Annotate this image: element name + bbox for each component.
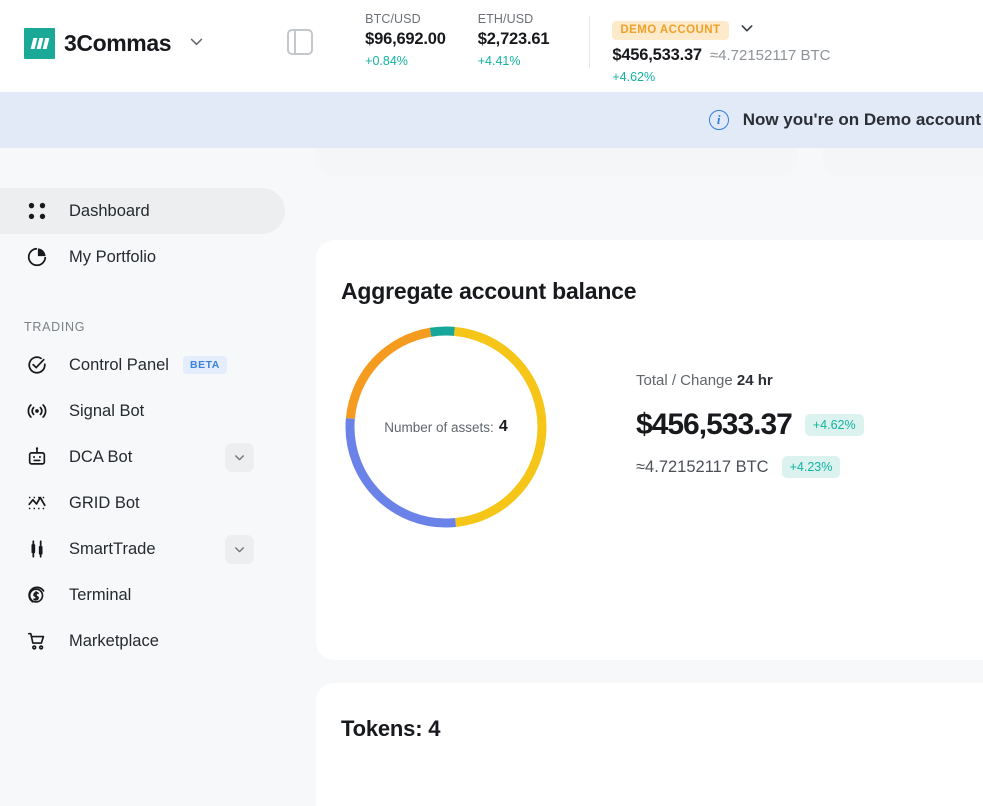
chevron-down-icon-dca[interactable] bbox=[225, 442, 254, 472]
tokens-title: Tokens: 4 bbox=[341, 716, 441, 741]
total-change-label: Total / Change 24 hr bbox=[636, 372, 864, 389]
coin-dollar-icon bbox=[24, 582, 50, 608]
ticker-change: +0.84% bbox=[365, 54, 408, 68]
ticker-price: $96,692.00 bbox=[365, 30, 446, 48]
banner-message: Now you're on Demo account bbox=[742, 110, 981, 129]
balance-body: Number of assets: 4 Total / Change 24 hr… bbox=[316, 322, 983, 532]
ticker-eth-usd[interactable]: ETH/USD $2,723.61 +4.41% bbox=[478, 12, 550, 84]
chevron-down-icon-account[interactable] bbox=[739, 20, 755, 41]
status-badge-demo-account: DEMO ACCOUNT bbox=[612, 21, 729, 40]
assets-donut-chart[interactable]: Number of assets: 4 bbox=[341, 322, 551, 532]
account-total-value: $456,533.37 bbox=[612, 46, 702, 64]
total-change-badge: +4.62% bbox=[804, 414, 864, 436]
btc-row: ≈4.72152117 BTC +4.23% bbox=[636, 456, 864, 478]
sidebar-item-smarttrade[interactable]: SmartTrade bbox=[0, 526, 285, 572]
grid-chart-icon bbox=[24, 490, 50, 516]
sidebar-item-signal-bot[interactable]: Signal Bot bbox=[0, 388, 285, 434]
status-badge-beta: BETA bbox=[182, 356, 227, 374]
tokens-panel: Tokens: 4 bbox=[316, 683, 983, 806]
candlestick-icon bbox=[24, 536, 50, 562]
divider bbox=[589, 16, 591, 68]
ticker-label: BTC/USD bbox=[365, 12, 421, 26]
check-circle-icon bbox=[24, 352, 50, 378]
sidebar-item-label: Terminal bbox=[69, 585, 132, 604]
account-badge-row[interactable]: DEMO ACCOUNT bbox=[612, 20, 830, 41]
chevron-down-icon-smarttrade[interactable] bbox=[225, 534, 254, 564]
sidebar-item-control-panel[interactable]: Control Panel BETA bbox=[0, 342, 285, 388]
sidebar-item-label: Control Panel bbox=[69, 355, 169, 374]
shopping-cart-icon bbox=[24, 628, 50, 654]
sidebar-item-label: My Portfolio bbox=[69, 247, 157, 266]
account-btc-value: ≈4.72152117 BTC bbox=[709, 47, 831, 64]
top-header: 3Commas BTC/USD $96,692.00 +0.84% ETH/US… bbox=[0, 0, 983, 92]
sidebar-item-terminal[interactable]: Terminal bbox=[0, 572, 285, 618]
sidebar-item-label: Dashboard bbox=[69, 201, 150, 220]
sidebar-item-dashboard[interactable]: Dashboard bbox=[0, 188, 285, 234]
assets-count-value: 4 bbox=[498, 418, 508, 435]
total-balance-value: $456,533.37 bbox=[636, 408, 793, 441]
ticker-price: $2,723.61 bbox=[477, 30, 550, 48]
ticker-btc-usd[interactable]: BTC/USD $96,692.00 +0.84% bbox=[365, 12, 446, 84]
assets-count-label: Number of assets: bbox=[384, 419, 494, 435]
grid-icon bbox=[24, 198, 50, 224]
donut-center-label: Number of assets: 4 bbox=[341, 322, 551, 532]
sidebar-item-my-portfolio[interactable]: My Portfolio bbox=[0, 234, 285, 280]
banner-inner: i Now you're on Demo account bbox=[708, 110, 983, 130]
ticker-label: ETH/USD bbox=[477, 12, 534, 26]
info-circle-icon: i bbox=[708, 110, 729, 130]
sidebar: Dashboard My Portfolio TRADING Control P… bbox=[0, 92, 300, 806]
ticker-change: +4.41% bbox=[477, 54, 521, 68]
sidebar-item-dca-bot[interactable]: DCA Bot bbox=[0, 434, 285, 480]
page-title: Aggregate account balance bbox=[341, 278, 637, 304]
btc-balance-value: ≈4.72152117 BTC bbox=[636, 457, 769, 476]
sidebar-item-label: SmartTrade bbox=[69, 539, 156, 558]
sidebar-item-label: GRID Bot bbox=[69, 493, 140, 512]
sidebar-item-grid-bot[interactable]: GRID Bot bbox=[0, 480, 285, 526]
brand-name: 3Commas bbox=[64, 30, 172, 56]
balance-stats: Total / Change 24 hr $456,533.37 +4.62% … bbox=[636, 322, 864, 532]
chevron-down-icon-brand[interactable] bbox=[188, 33, 205, 55]
account-summary: DEMO ACCOUNT $456,533.37 ≈4.72152117 BTC… bbox=[612, 20, 830, 84]
sidebar-item-marketplace[interactable]: Marketplace bbox=[0, 618, 285, 664]
btc-change-badge: +4.23% bbox=[781, 456, 841, 478]
robot-icon bbox=[24, 444, 50, 470]
aggregate-balance-panel: Aggregate account balance Number of asse… bbox=[316, 240, 983, 660]
total-row: $456,533.37 +4.62% bbox=[636, 408, 864, 442]
pie-chart-icon bbox=[24, 244, 50, 270]
sidebar-section-trading: TRADING bbox=[24, 320, 86, 334]
sidebar-item-label: Signal Bot bbox=[69, 401, 145, 420]
sidebar-nav: Dashboard My Portfolio TRADING Control P… bbox=[0, 92, 300, 664]
brand-logo[interactable]: 3Commas bbox=[0, 28, 205, 59]
app-root: Dashboard My Portfolio TRADING Control P… bbox=[0, 0, 983, 806]
broadcast-icon bbox=[24, 398, 50, 424]
total-change-prefix: Total / Change bbox=[636, 372, 737, 389]
3commas-logo-icon bbox=[24, 28, 55, 59]
total-change-period: 24 hr bbox=[736, 372, 773, 389]
sidebar-item-label: Marketplace bbox=[69, 631, 159, 650]
sidebar-item-label: DCA Bot bbox=[69, 447, 133, 466]
demo-account-banner: i Now you're on Demo account bbox=[0, 92, 983, 148]
account-values-row: $456,533.37 ≈4.72152117 BTC bbox=[612, 46, 830, 65]
market-tickers: BTC/USD $96,692.00 +0.84% ETH/USD $2,723… bbox=[365, 12, 830, 84]
account-change-value: +4.62% bbox=[612, 70, 656, 84]
sidebar-toggle-icon[interactable] bbox=[287, 29, 314, 55]
main-content: Tech. indicators Multi-pair Reinvest Web… bbox=[300, 92, 983, 806]
